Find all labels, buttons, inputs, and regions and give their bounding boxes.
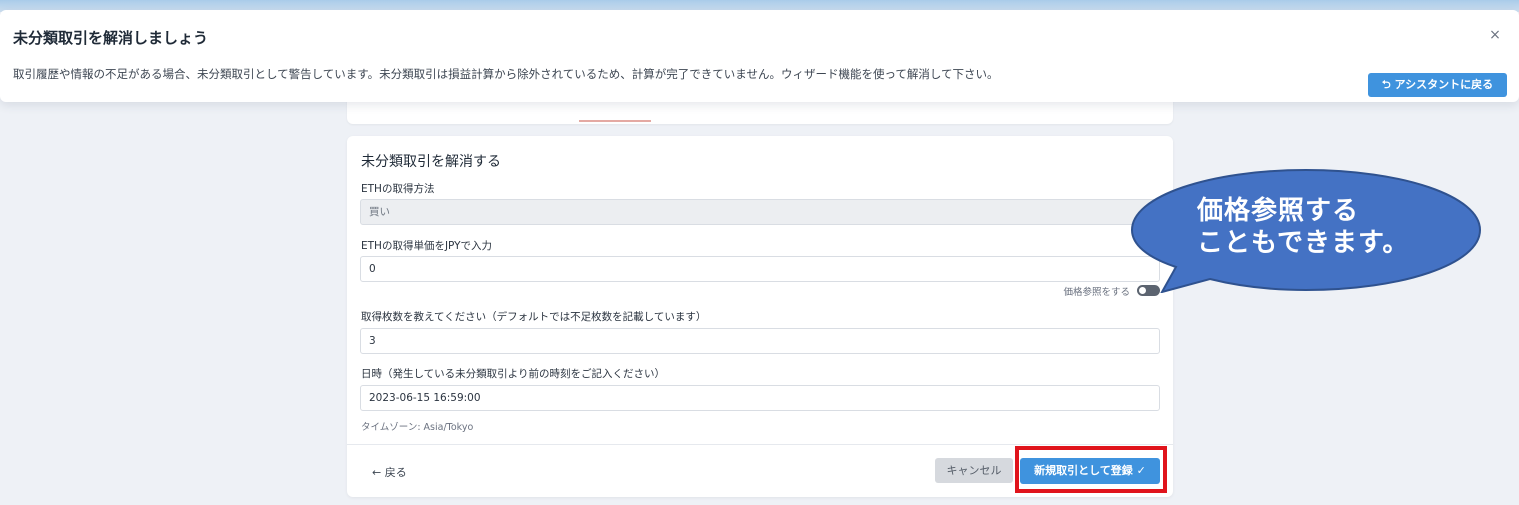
back-to-assistant-button[interactable]: ⮌ アシスタントに戻る [1368,73,1507,97]
banner-description: 取引履歴や情報の不足がある場合、未分類取引として警告しています。未分類取引は損益… [13,67,999,81]
unit-price-label: ETHの取得単価をJPYで入力 [361,240,493,252]
back-button[interactable]: ← 戻る [372,464,407,480]
active-tab-indicator [579,120,651,122]
highlight-box [1015,446,1167,493]
quantity-label: 取得枚数を教えてください（デフォルトでは不足枚数を記載しています） [361,311,707,323]
callout-text: 価格参照する こともできます。 [1197,196,1410,258]
cancel-button[interactable]: キャンセル [935,458,1013,483]
timezone-hint: タイムゾーン: Asia/Tokyo [361,422,474,433]
footer-divider [347,444,1173,445]
quantity-input[interactable]: 3 [360,328,1160,354]
price-reference-label: 価格参照をする [1063,287,1130,298]
datetime-label: 日時（発生している未分類取引より前の時刻をご記入ください） [361,368,665,380]
unit-price-input[interactable]: 0 [360,256,1160,282]
acquire-method-label: ETHの取得方法 [361,183,435,195]
datetime-input[interactable]: 2023-06-15 16:59:00 [360,385,1160,411]
banner-title: 未分類取引を解消しましょう [13,29,209,47]
close-icon[interactable]: × [1486,26,1504,44]
form-title: 未分類取引を解消する [361,154,501,170]
acquire-method-field: 買い [360,199,1160,225]
resolve-form-card: 未分類取引を解消する ETHの取得方法 買い ETHの取得単価をJPYで入力 0… [347,136,1173,497]
notice-banner: 未分類取引を解消しましょう × 取引履歴や情報の不足がある場合、未分類取引として… [0,10,1519,102]
